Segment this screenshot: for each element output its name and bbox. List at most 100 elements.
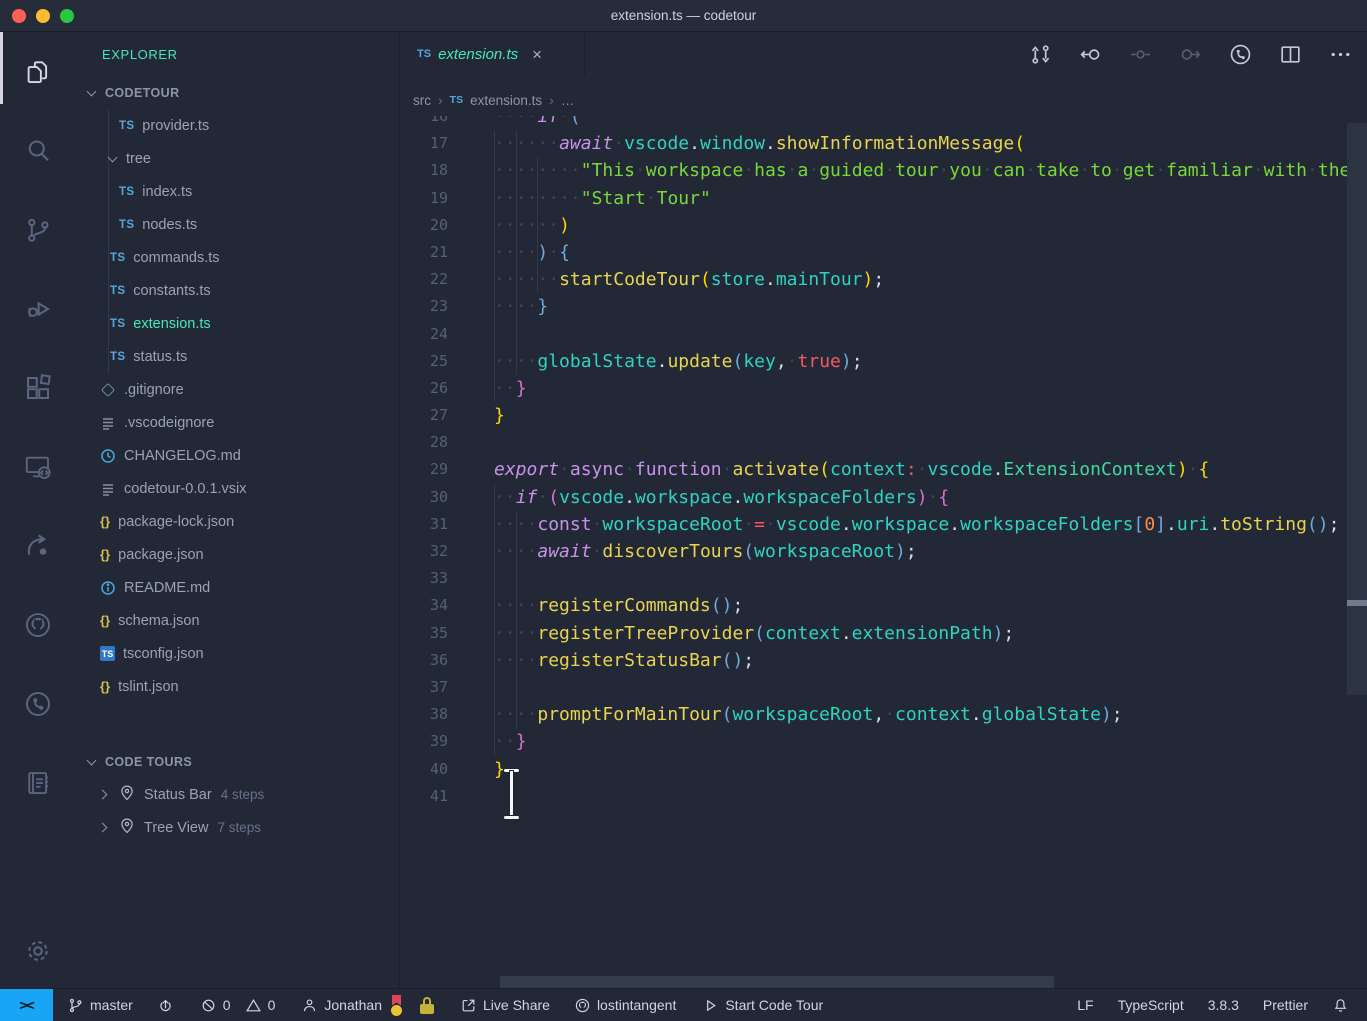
sidebar-file-codetour-0.0.1.vsix[interactable]: codetour-0.0.1.vsix: [75, 472, 399, 505]
search-icon[interactable]: [0, 111, 75, 190]
language-mode[interactable]: TypeScript: [1118, 997, 1184, 1013]
run-and-debug-icon[interactable]: [0, 269, 75, 348]
sidebar-file-.gitignore[interactable]: .gitignore: [75, 373, 399, 406]
code-line-30[interactable]: 30··if·(vscode.workspace.workspaceFolder…: [400, 484, 1367, 511]
line-number[interactable]: 21: [400, 239, 448, 266]
sidebar-file-extension.ts[interactable]: TSextension.ts: [75, 307, 399, 340]
publish-changes-button[interactable]: [157, 997, 174, 1014]
scrollbar-thumb[interactable]: [1347, 123, 1367, 695]
sidebar-file-constants.ts[interactable]: TSconstants.ts: [75, 274, 399, 307]
code-editor[interactable]: 16····if·(17······await·vscode.window.sh…: [400, 116, 1367, 988]
code-line-26[interactable]: 26··}: [400, 375, 1367, 402]
sidebar-file-package.json[interactable]: {}package.json: [75, 538, 399, 571]
settings-gear-icon[interactable]: [0, 936, 75, 966]
code-line-27[interactable]: 27}: [400, 402, 1367, 429]
extension-version[interactable]: 3.8.3: [1208, 997, 1239, 1013]
more-actions-icon[interactable]: [1328, 42, 1353, 67]
journal-icon[interactable]: [0, 743, 75, 822]
close-window-button[interactable]: [12, 9, 26, 23]
start-code-tour-button[interactable]: Start Code Tour: [702, 997, 823, 1014]
code-line-39[interactable]: 39··}: [400, 728, 1367, 755]
code-line-36[interactable]: 36····registerStatusBar();: [400, 647, 1367, 674]
sidebar-file-schema.json[interactable]: {}schema.json: [75, 604, 399, 637]
line-number[interactable]: 17: [400, 130, 448, 157]
line-number[interactable]: 28: [400, 429, 448, 456]
line-number[interactable]: 20: [400, 212, 448, 239]
code-line-20[interactable]: 20······): [400, 212, 1367, 239]
tab-extension-ts[interactable]: TS extension.ts ×: [400, 32, 585, 76]
line-number[interactable]: 27: [400, 402, 448, 429]
vertical-scrollbar[interactable]: [1347, 116, 1367, 988]
code-line-19[interactable]: 19········"Start·Tour": [400, 185, 1367, 212]
remote-indicator[interactable]: ><: [0, 989, 53, 1021]
code-tour-item-tree-view[interactable]: Tree View7 steps: [75, 811, 399, 844]
line-number[interactable]: 31: [400, 511, 448, 538]
zoom-window-button[interactable]: [60, 9, 74, 23]
live-share-icon[interactable]: [0, 506, 75, 585]
sidebar-file-index.ts[interactable]: TSindex.ts: [75, 175, 399, 208]
git-branch-item[interactable]: master: [67, 997, 133, 1014]
sidebar-file-CHANGELOG.md[interactable]: CHANGELOG.md: [75, 439, 399, 472]
remote-explorer-icon[interactable]: [0, 427, 75, 506]
line-number[interactable]: 24: [400, 321, 448, 348]
breadcrumb-item-file[interactable]: extension.ts: [470, 93, 542, 108]
line-number[interactable]: 19: [400, 185, 448, 212]
line-number[interactable]: 30: [400, 484, 448, 511]
line-number[interactable]: 38: [400, 701, 448, 728]
source-control-icon[interactable]: [0, 190, 75, 269]
code-line-34[interactable]: 34····registerCommands();: [400, 592, 1367, 619]
line-number[interactable]: 39: [400, 728, 448, 755]
line-number[interactable]: 23: [400, 293, 448, 320]
code-line-24[interactable]: 24: [400, 321, 1367, 348]
line-number[interactable]: 18: [400, 157, 448, 184]
line-number[interactable]: 35: [400, 620, 448, 647]
sidebar-file-.vscodeignore[interactable]: .vscodeignore: [75, 406, 399, 439]
code-line-29[interactable]: 29export·async·function·activate(context…: [400, 456, 1367, 483]
navigate-forward-icon[interactable]: [1178, 42, 1203, 67]
sidebar-file-provider.ts[interactable]: TSprovider.ts: [75, 109, 399, 142]
breadcrumb-item-symbol[interactable]: …: [561, 93, 575, 108]
code-line-21[interactable]: 21····)·{: [400, 239, 1367, 266]
code-line-22[interactable]: 22······startCodeTour(store.mainTour);: [400, 266, 1367, 293]
section-header-codetour[interactable]: CODETOUR: [75, 76, 399, 109]
line-number[interactable]: 40: [400, 756, 448, 783]
code-line-35[interactable]: 35····registerTreeProvider(context.exten…: [400, 620, 1367, 647]
code-line-40[interactable]: 40}: [400, 756, 1367, 783]
sidebar-file-status.ts[interactable]: TSstatus.ts: [75, 340, 399, 373]
open-changes-icon[interactable]: [1028, 42, 1053, 67]
navigate-back-icon[interactable]: [1078, 42, 1103, 67]
extensions-icon[interactable]: [0, 348, 75, 427]
line-number[interactable]: 29: [400, 456, 448, 483]
sidebar-file-tsconfig.json[interactable]: TStsconfig.json: [75, 637, 399, 670]
code-line-17[interactable]: 17······await·vscode.window.showInformat…: [400, 130, 1367, 157]
line-number[interactable]: 37: [400, 674, 448, 701]
code-line-33[interactable]: 33: [400, 565, 1367, 592]
code-line-23[interactable]: 23····}: [400, 293, 1367, 320]
explorer-icon[interactable]: [0, 32, 75, 111]
sidebar-file-package-lock.json[interactable]: {}package-lock.json: [75, 505, 399, 538]
code-tour-icon[interactable]: [0, 664, 75, 743]
github-icon[interactable]: [0, 585, 75, 664]
sidebar-file-README.md[interactable]: README.md: [75, 571, 399, 604]
formatter-indicator[interactable]: Prettier: [1263, 997, 1308, 1013]
code-line-41[interactable]: 41: [400, 783, 1367, 810]
code-tour-icon[interactable]: [1228, 42, 1253, 67]
sidebar-file-tslint.json[interactable]: {}tslint.json: [75, 670, 399, 703]
code-line-31[interactable]: 31····const·workspaceRoot·=·vscode.works…: [400, 511, 1367, 538]
sidebar-file-tree[interactable]: tree: [75, 142, 399, 175]
line-number[interactable]: 41: [400, 783, 448, 810]
problems-item[interactable]: 0 0: [200, 997, 276, 1014]
line-number[interactable]: 16: [400, 116, 448, 130]
eol-indicator[interactable]: LF: [1077, 997, 1093, 1013]
code-line-16[interactable]: 16····if·(: [400, 116, 1367, 130]
code-line-18[interactable]: 18········"This·workspace·has·a·guided·t…: [400, 157, 1367, 184]
line-number[interactable]: 36: [400, 647, 448, 674]
minimize-window-button[interactable]: [36, 9, 50, 23]
live-share-user-item[interactable]: Jonathan: [301, 997, 382, 1014]
line-number[interactable]: 33: [400, 565, 448, 592]
line-number[interactable]: 25: [400, 348, 448, 375]
account-item[interactable]: lostintangent: [574, 997, 676, 1014]
code-line-37[interactable]: 37: [400, 674, 1367, 701]
live-share-button[interactable]: Live Share: [460, 997, 550, 1014]
sidebar-file-commands.ts[interactable]: TScommands.ts: [75, 241, 399, 274]
